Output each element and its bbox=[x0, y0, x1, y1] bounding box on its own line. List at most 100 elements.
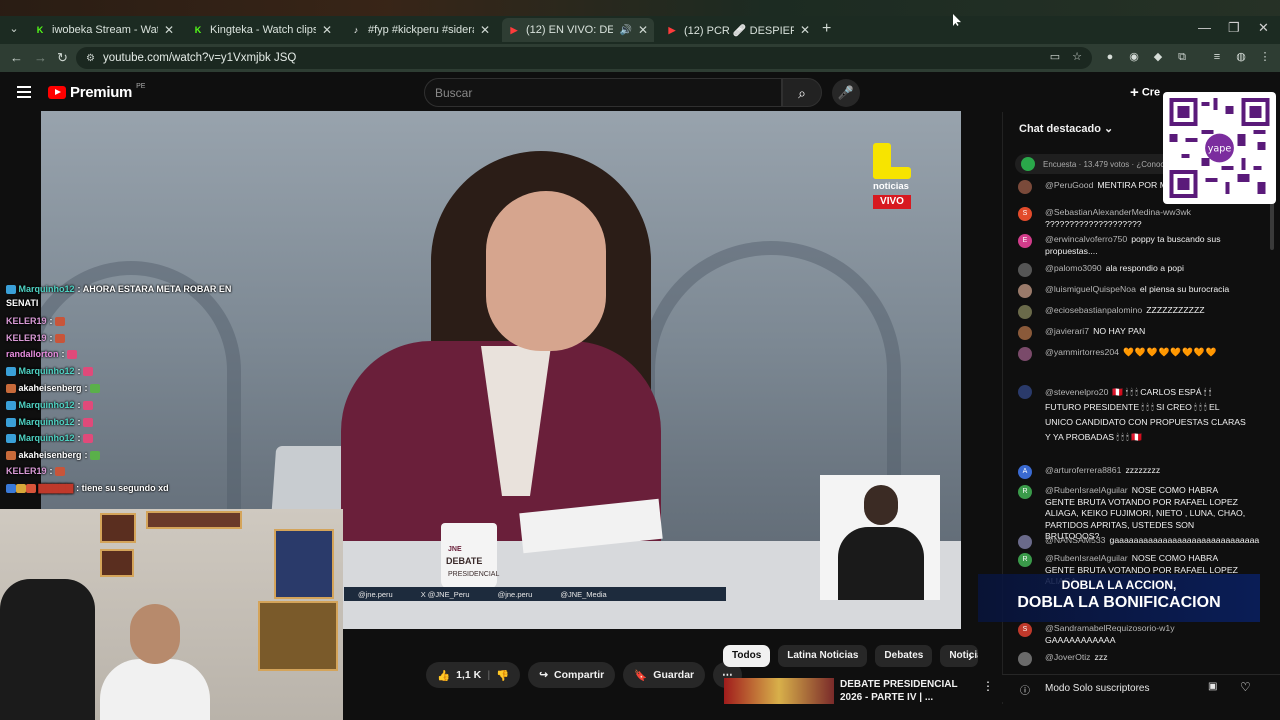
extensions-puzzle-icon[interactable]: ⧉ bbox=[1175, 50, 1189, 64]
chat-message: @javierari7 NO HAY PAN bbox=[1018, 326, 1248, 340]
close-tab-icon[interactable]: ✕ bbox=[638, 23, 648, 37]
site-info-icon[interactable]: ⚙ bbox=[86, 53, 95, 64]
avatar bbox=[1018, 284, 1032, 298]
avatar bbox=[1018, 263, 1032, 277]
tab-tiktok[interactable]: ♪ #fyp #kickperu #sideral | sidera ✕ bbox=[344, 18, 496, 42]
tab-pcr[interactable]: ▶ (12) PCR 🩹 DESPIERTA PERU ✕ bbox=[660, 18, 816, 42]
minimize-icon[interactable]: — bbox=[1198, 20, 1211, 35]
share-icon: ↪ bbox=[539, 669, 549, 681]
back-icon[interactable]: ← bbox=[10, 50, 23, 65]
avatar: R bbox=[1018, 553, 1032, 567]
mug-subtext: PRESIDENCIAL bbox=[448, 571, 500, 578]
logo-text: Premium bbox=[70, 84, 133, 101]
extension-icon[interactable]: ◆ bbox=[1151, 50, 1165, 64]
avatar: R bbox=[1018, 485, 1032, 499]
video-actions: 👍 1,1 K | 👎 ↪ Compartir 🔖 Guardar ⋯ bbox=[426, 662, 742, 690]
avatar bbox=[1018, 305, 1032, 319]
chat-mode-dropdown[interactable]: Chat destacado ⌄ bbox=[1019, 122, 1113, 135]
sign-language-interpreter bbox=[820, 475, 940, 600]
avatar bbox=[1018, 535, 1032, 549]
chat-message: E @erwincalvoferro750 poppy ta buscando su… bbox=[1018, 234, 1248, 257]
tab-kingteka[interactable]: K Kingteka - Watch clips on Kick ✕ bbox=[186, 18, 338, 42]
tab-title: (12) PCR 🩹 DESPIERTA PERU bbox=[684, 24, 794, 37]
recommendation-more-icon[interactable]: ⋮ bbox=[982, 679, 994, 693]
overlay-chat-line: akaheisenberg: bbox=[6, 383, 101, 394]
plus-icon: + bbox=[1130, 84, 1139, 101]
voice-search-button[interactable]: 🎤 bbox=[832, 79, 860, 107]
tab-iwobeka[interactable]: K iwobeka Stream - Watch Live o ✕ bbox=[28, 18, 180, 42]
gaming-chair bbox=[0, 579, 95, 720]
browser-menu-icon[interactable]: ⋮ bbox=[1258, 50, 1272, 64]
overlay-chat-line: KELER19: bbox=[6, 333, 66, 344]
chip-todos[interactable]: Todos bbox=[723, 645, 771, 667]
search-button[interactable]: ⌕ bbox=[782, 78, 822, 107]
heart-icon[interactable]: ♡ bbox=[1240, 680, 1251, 694]
info-icon[interactable]: ⓘ bbox=[1020, 682, 1030, 697]
search-input[interactable]: Buscar bbox=[424, 78, 782, 107]
avatar bbox=[1018, 326, 1032, 340]
youtube-premium-logo[interactable]: Premium PE bbox=[48, 83, 146, 101]
chevron-right-icon[interactable]: › bbox=[968, 648, 973, 664]
bookmark-star-icon[interactable]: ☆ bbox=[1070, 50, 1084, 64]
chat-message: S @SandramabelRequizosorio-w1y GAAAAAAAAAA… bbox=[1018, 623, 1248, 646]
create-button[interactable]: + Cre bbox=[1130, 84, 1160, 101]
close-tab-icon[interactable]: ✕ bbox=[800, 23, 810, 37]
audio-playing-icon[interactable]: 🔊 bbox=[619, 25, 631, 36]
new-tab-icon[interactable]: + bbox=[822, 20, 831, 38]
close-tab-icon[interactable]: ✕ bbox=[322, 23, 332, 37]
reload-icon[interactable]: ↻ bbox=[57, 50, 68, 66]
youtube-icon: ▶ bbox=[510, 24, 518, 35]
overlay-chat-line: SENATI bbox=[6, 298, 39, 308]
save-button[interactable]: 🔖 Guardar bbox=[623, 662, 706, 688]
chat-footer: ⓘ Modo Solo suscriptores ▣ ♡ bbox=[1002, 674, 1280, 702]
chip-debates[interactable]: Debates bbox=[875, 645, 933, 667]
close-window-icon[interactable]: ✕ bbox=[1258, 20, 1269, 36]
overlay-chat-line: KELER19: bbox=[6, 466, 66, 477]
channel-logo-text: noticias bbox=[873, 181, 909, 192]
address-bar-row: ← → ↻ ⚙ youtube.com/watch?v=y1Vxmjbk JSQ… bbox=[0, 44, 1280, 72]
yape-qr-code: yape bbox=[1163, 92, 1276, 204]
install-app-icon[interactable]: ▭ bbox=[1048, 50, 1062, 64]
youtube-icon: ▶ bbox=[668, 24, 676, 35]
extension-icon[interactable]: ● bbox=[1103, 50, 1117, 64]
qr-pattern: yape bbox=[1169, 98, 1270, 198]
social-handle: X @JNE_Peru bbox=[420, 589, 470, 599]
extension-icon[interactable]: ◉ bbox=[1127, 50, 1141, 64]
poll-banner[interactable]: Encuesta · 13.479 votos · ¿Conoc bbox=[1015, 154, 1175, 174]
browser-tab-bar: ⌄ K iwobeka Stream - Watch Live o ✕ K Ki… bbox=[0, 0, 1280, 44]
forward-icon[interactable]: → bbox=[34, 50, 47, 65]
social-handle: @jne.peru bbox=[497, 589, 533, 599]
screen: { "browser": { "tabs": [ {"title": "iwob… bbox=[0, 0, 1280, 720]
country-code: PE bbox=[136, 83, 146, 90]
wall-poster bbox=[274, 529, 334, 599]
tab-search-chevron-icon[interactable]: ⌄ bbox=[6, 20, 22, 38]
overlay-chat-line: ▇▇▇▇▇: tiene su segundo xd bbox=[6, 483, 169, 494]
avatar: A bbox=[1018, 465, 1032, 479]
like-button[interactable]: 👍 1,1 K | 👎 bbox=[426, 662, 521, 688]
url-bar[interactable]: ⚙ youtube.com/watch?v=y1Vxmjbk JSQ bbox=[76, 47, 1092, 69]
tab-debate-active[interactable]: ▶ (12) EN VIVO: DEBATE PRES 🔊 ✕ bbox=[502, 18, 654, 42]
wall-shelf bbox=[146, 511, 242, 529]
overlay-chat-line: Marquinho12: bbox=[6, 433, 94, 444]
overlay-chat-line: Marquinho12: bbox=[6, 417, 94, 428]
chip-latina-noticias[interactable]: Latina Noticias bbox=[778, 645, 868, 667]
overlay-chat-line: KELER19: bbox=[6, 316, 66, 327]
close-tab-icon[interactable]: ✕ bbox=[480, 23, 490, 37]
overlay-chat-line: Marquinho12: bbox=[6, 366, 94, 377]
share-button[interactable]: ↪ Compartir bbox=[528, 662, 616, 688]
wall-poster bbox=[100, 513, 136, 543]
filter-chips: Todos Latina Noticias Debates Noticias bbox=[723, 645, 979, 667]
reading-list-icon[interactable]: ≡ bbox=[1210, 50, 1224, 64]
close-tab-icon[interactable]: ✕ bbox=[164, 23, 174, 37]
super-chat-icon[interactable]: ▣ bbox=[1208, 681, 1217, 692]
kick-icon: K bbox=[194, 25, 202, 35]
maximize-icon[interactable]: ❐ bbox=[1228, 20, 1240, 36]
kick-icon: K bbox=[36, 25, 44, 35]
avatar: S bbox=[1018, 207, 1032, 221]
profile-avatar-icon[interactable]: ◍ bbox=[1234, 50, 1248, 64]
mug-text: DEBATE bbox=[446, 556, 483, 566]
thumbs-down-icon[interactable]: 👎 bbox=[496, 669, 509, 682]
hamburger-menu-icon[interactable] bbox=[17, 86, 31, 98]
recommendation-thumbnail[interactable] bbox=[724, 678, 834, 704]
recommendation-title[interactable]: DEBATE PRESIDENCIAL 2026 - PARTE IV | ..… bbox=[840, 678, 972, 704]
